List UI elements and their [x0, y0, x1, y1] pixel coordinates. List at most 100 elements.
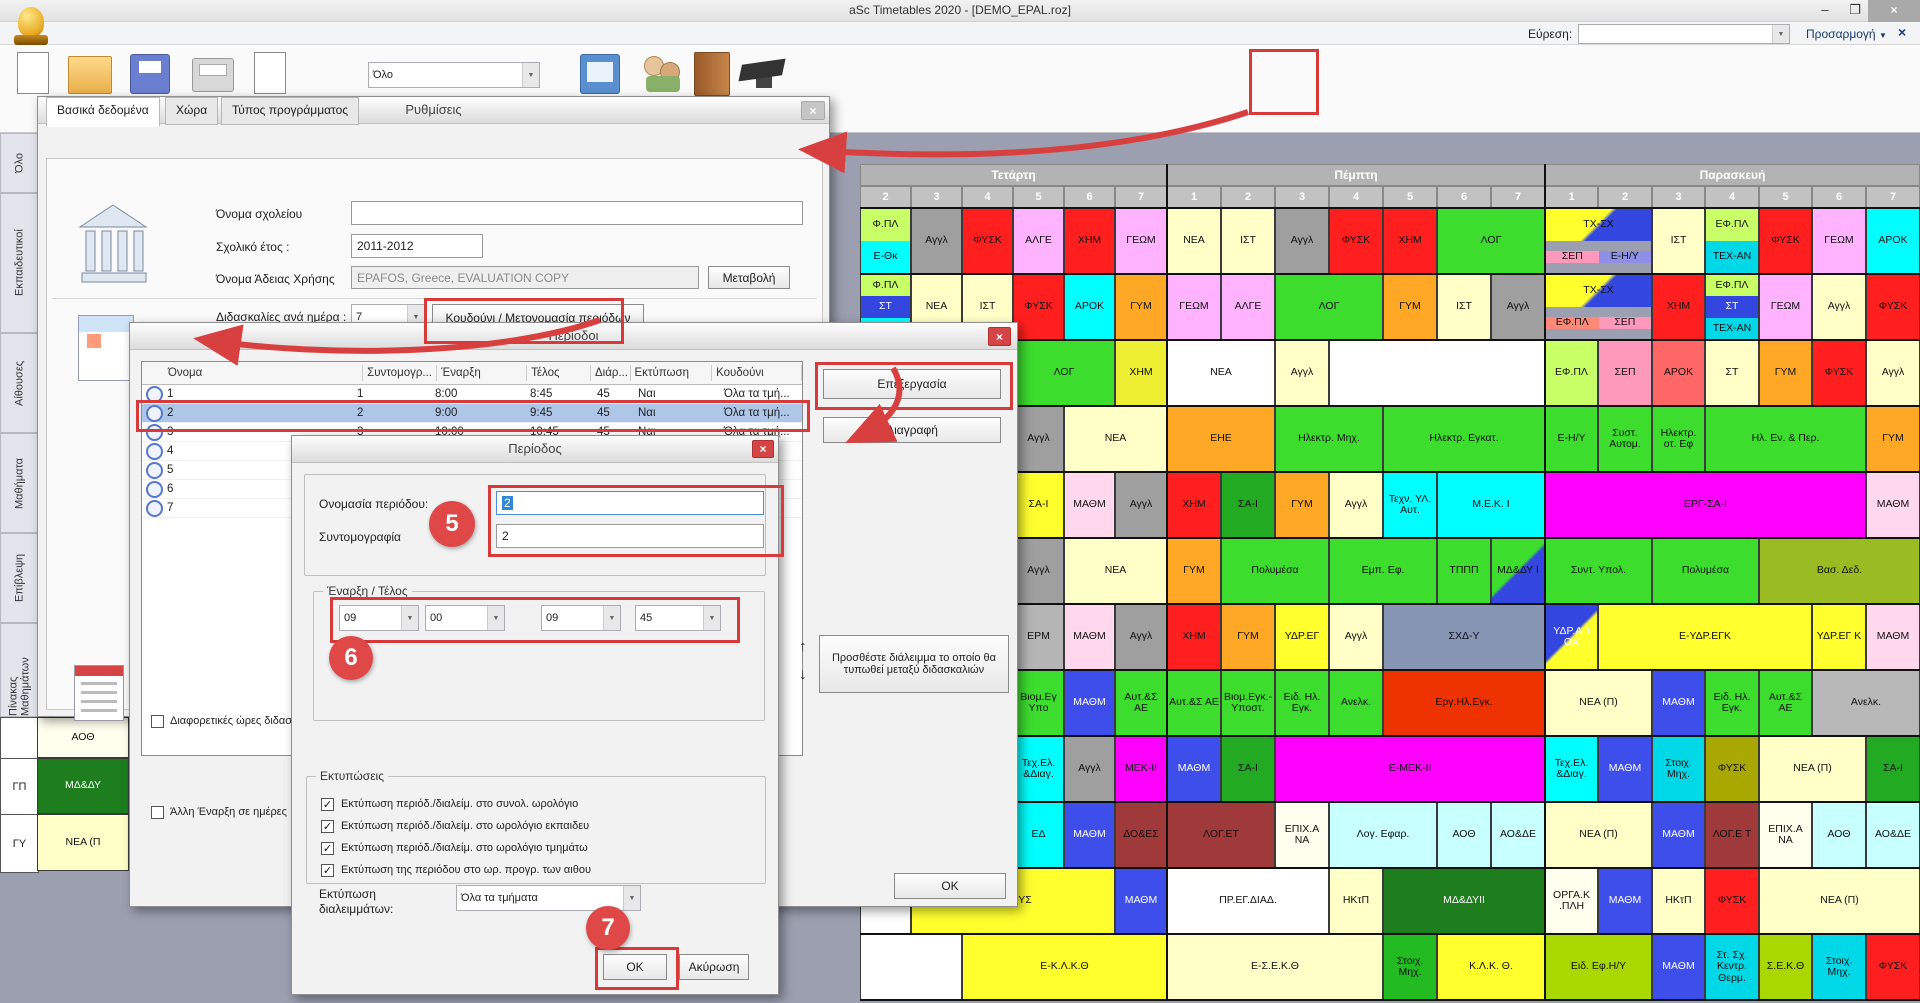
timetable-cell[interactable]: ΧΗΜ	[1115, 340, 1167, 406]
add-break-button[interactable]: Προσθέστε διάλειμμα το οποίο θα τυπωθεί …	[819, 635, 1009, 693]
timetable-cell[interactable]: ΣΤ	[1705, 340, 1759, 406]
timetable-cell[interactable]: ΓΥΜ	[1115, 274, 1167, 340]
view-select-arrow-icon[interactable]: ▼	[522, 63, 539, 87]
timetable-cell[interactable]: ΓΥΜ	[1383, 274, 1437, 340]
timetable-cell[interactable]: ΜΑΘΜ	[1064, 472, 1115, 538]
timetable-cell[interactable]: Ε-Σ.Ε.Κ.Θ	[1167, 934, 1383, 1000]
timetable-cell[interactable]: ΦΥΣΚ	[1013, 274, 1064, 340]
timetable-cell[interactable]: ΓΥΜ	[1759, 340, 1812, 406]
period-column-header[interactable]: 6	[1064, 186, 1115, 208]
timetable-cell[interactable]: ΕΔ	[1013, 802, 1064, 868]
timetable-cell[interactable]: Εμπ. Εφ.	[1329, 538, 1437, 604]
timetable-cell[interactable]: ΓΕΩΜ	[1812, 208, 1866, 274]
timetable-cell[interactable]: ΕΗΕ	[1167, 406, 1275, 472]
period-column-header[interactable]: 7	[1115, 186, 1167, 208]
period-ok-button[interactable]: OK	[603, 954, 667, 980]
timetable-cell[interactable]: ΓΥΜ	[1866, 406, 1920, 472]
timetable-cell[interactable]: ΑΟ&ΔΕ	[1491, 802, 1545, 868]
timetable-cell[interactable]: ΑΟ&ΔΕ	[1866, 802, 1920, 868]
timetable-cell[interactable]: ΣΑ-Ι	[1221, 736, 1275, 802]
timetable-cell[interactable]: ΙΣΤ	[1437, 274, 1491, 340]
timetable-cell[interactable]: Ηλεκτρ. Εγκατ.	[1383, 406, 1545, 472]
period-abbr-input[interactable]: 2	[496, 524, 764, 548]
timetable-cell[interactable]: Στοιχ. Μηχ.	[1383, 934, 1437, 1000]
save-icon[interactable]	[130, 54, 170, 94]
timetable-cell[interactable]: ΑΟΘ	[1437, 802, 1491, 868]
timetable-cell[interactable]: ΧΗΜ	[1064, 208, 1115, 274]
timetable-cell[interactable]: ΜΑΘΜ	[1064, 604, 1115, 670]
timetable-cell[interactable]: ΣΕΠ	[1598, 340, 1652, 406]
periods-ok-button[interactable]: OK	[894, 873, 1006, 899]
timetable-cell[interactable]: ΓΥΜ	[1167, 538, 1221, 604]
book-icon[interactable]	[580, 54, 620, 94]
timetable-cell[interactable]: Αυτ.&Σ ΑΕ	[1115, 670, 1167, 736]
timetable-cell[interactable]	[860, 934, 962, 1000]
timetable-cell[interactable]: ΑΟΘ	[37, 717, 129, 758]
timetable-cell[interactable]: ΥΔΡ.ΑΠ ΟΧ	[1545, 604, 1598, 670]
period-column-header[interactable]: 6	[1437, 186, 1491, 208]
timetable-cell[interactable]: Ε-ΥΔΡ.ΕΓΚ	[1598, 604, 1812, 670]
timetable-cell[interactable]: ΦΥΣΚ	[1866, 934, 1920, 1000]
timetable-cell[interactable]: ΑΡΟΚ	[1866, 208, 1920, 274]
timetable-cell[interactable]: Πολυμέσα	[1221, 538, 1329, 604]
timetable-cell[interactable]: ΛΟΓ	[1437, 208, 1545, 274]
period-row[interactable]: 229:009:4545ΝαιΌλα τα τμή...	[142, 404, 802, 423]
timetable-cell[interactable]: ΝΕΑ (Π)	[1545, 670, 1652, 736]
timetable-cell[interactable]: ΜΔ&ΔΥ Ι	[1491, 538, 1545, 604]
move-down-icon[interactable]: ↓	[799, 666, 807, 683]
timetable-cell[interactable]: Αγγλ	[1812, 274, 1866, 340]
timetable-cell[interactable]: Ειδ. Εφ.Η/Υ	[1545, 934, 1652, 1000]
timetable-cell[interactable]: ΕΦ.ΠΛ	[1545, 340, 1598, 406]
timetable-cell[interactable]: ΛΟΓ	[1013, 340, 1115, 406]
timetable-cell[interactable]: Ηλεκτρ. οτ. Εφ	[1652, 406, 1705, 472]
timetable-cell[interactable]: Ε-ΜΕΚ-ΙΙ	[1275, 736, 1545, 802]
timetable-cell[interactable]: ΛΟΓ.Ε Τ	[1705, 802, 1759, 868]
periods-close-icon[interactable]: ×	[988, 327, 1011, 346]
new-file-icon[interactable]	[14, 52, 52, 96]
timetable-cell[interactable]: Αγγλ	[1329, 472, 1383, 538]
timetable-cell[interactable]: ΕΠΙΧ.Α ΝΑ	[1275, 802, 1329, 868]
timetable-cell[interactable]: Βασ. Δεδ.	[1759, 538, 1920, 604]
app-bell-icon[interactable]	[14, 5, 50, 53]
timetable-cell[interactable]: ΣΑ-Ι	[1221, 472, 1275, 538]
timetable-cell[interactable]: ΛΟΓ.ΕΤ	[1167, 802, 1275, 868]
timetable-cell[interactable]: Αγγλ	[911, 208, 962, 274]
timetable-cell[interactable]: ΧΗΜ	[1167, 472, 1221, 538]
tab-country[interactable]: Χώρα	[165, 97, 218, 125]
timetable-cell[interactable]: Ειδ. Ηλ. Εγκ.	[1275, 670, 1329, 736]
timetable-cell[interactable]: ΙΣΤ	[1652, 208, 1705, 274]
timetable-cell[interactable]: ΜΑΘΜ	[1598, 868, 1652, 934]
timetable-cell[interactable]: ΓΥΜ	[1275, 472, 1329, 538]
timetable-cell[interactable]: ΝΕΑ (Π	[37, 814, 129, 871]
timetable-cell[interactable]: ΜΑΘΜ	[1064, 802, 1115, 868]
timetable-cell[interactable]: Αγγλ	[1064, 736, 1115, 802]
timetable-cell[interactable]: ΕΡΓ-ΣΑ-Ι	[1545, 472, 1866, 538]
timetable-cell[interactable]: ΤΧ-ΣΧΣΕΠΕ-Η/Υ	[1545, 208, 1652, 274]
timetable-cell[interactable]: ΝΕΑ (Π)	[1759, 868, 1920, 934]
timetable-cell[interactable]: ΤΧ-ΣΧΕΦ.ΠΛΣΕΠ	[1545, 274, 1652, 340]
period-name-input[interactable]: 2	[496, 491, 764, 515]
view-select[interactable]: Όλο▼	[368, 62, 540, 88]
timetable-cell[interactable]: ΦΥΣΚ	[962, 208, 1013, 274]
students-icon[interactable]	[642, 54, 684, 94]
period-column-header[interactable]: 1	[1167, 186, 1221, 208]
timetable-cell[interactable]: ΜΑΘΜ	[1167, 736, 1221, 802]
timetable-cell[interactable]: ΜΔ&ΔΥ	[37, 758, 129, 814]
period-column-header[interactable]: 3	[1275, 186, 1329, 208]
timetable-cell[interactable]: ΑΡΟΚ	[1652, 340, 1705, 406]
minimize-button[interactable]: –	[1815, 2, 1835, 19]
timetable-cell[interactable]: ΜΔ&ΔΥΙΙ	[1383, 868, 1545, 934]
timetable-cell[interactable]: ΕΠΙΧ.Α ΝΑ	[1759, 802, 1812, 868]
timetable-cell[interactable]: Πολυμέσα	[1652, 538, 1759, 604]
class-row-header[interactable]: ΓΠ	[0, 758, 39, 816]
move-up-icon[interactable]: ↑	[799, 638, 807, 655]
timetable-cell[interactable]: Κ.Λ.Κ. Θ.	[1437, 934, 1545, 1000]
door-icon[interactable]	[694, 52, 730, 96]
period-column-header[interactable]: 2	[1598, 186, 1652, 208]
timetable-cell[interactable]: ΦΥΣΚ	[1329, 208, 1383, 274]
period-close-icon[interactable]: ×	[752, 440, 774, 458]
timetable-cell[interactable]: ΠΡ.ΕΓ.ΔΙΑΔ.	[1167, 868, 1329, 934]
start-minute-select[interactable]: 00▼	[425, 605, 505, 631]
print-icon[interactable]	[192, 58, 234, 92]
start-hour-select[interactable]: 09▼	[339, 605, 419, 631]
